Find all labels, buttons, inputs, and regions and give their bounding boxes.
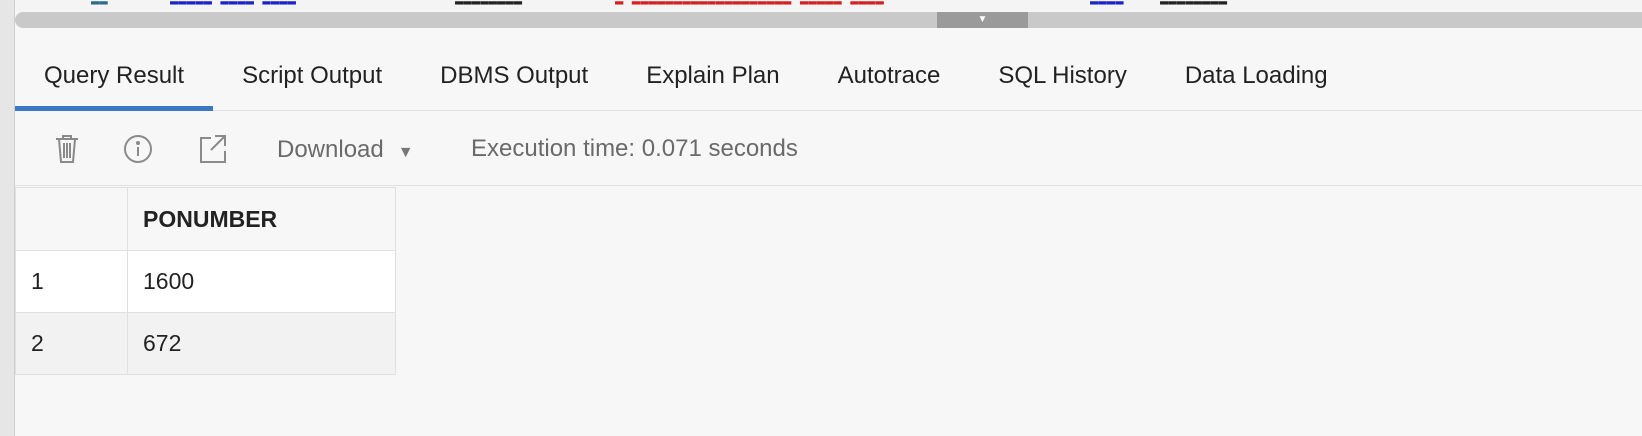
row-number: 2 (15, 312, 128, 375)
external-link-icon[interactable] (198, 134, 228, 164)
chevron-down-icon: ▼ (397, 144, 414, 161)
cell-ponumber[interactable]: 1600 (127, 250, 396, 313)
column-header-ponumber[interactable]: PONUMBER (127, 187, 396, 251)
cell-ponumber[interactable]: 672 (127, 312, 396, 375)
info-icon[interactable] (123, 134, 153, 164)
collapse-handle[interactable]: ▼ (937, 12, 1028, 28)
editor-gutter (0, 0, 15, 436)
results-grid: PONUMBER 1 1600 2 672 (15, 187, 396, 375)
header-row: PONUMBER (15, 187, 396, 251)
tab-query-result[interactable]: Query Result (15, 40, 214, 111)
trash-icon[interactable] (52, 134, 82, 164)
table-row[interactable]: 1 1600 (15, 250, 396, 313)
execution-time: Execution time: 0.071 seconds (471, 134, 798, 162)
tab-data-loading[interactable]: Data Loading (1156, 40, 1357, 110)
download-dropdown[interactable]: Download ▼ (277, 112, 414, 191)
tab-script-output[interactable]: Script Output (213, 40, 411, 110)
row-number-header (15, 187, 128, 251)
tab-dbms-output[interactable]: DBMS Output (411, 40, 617, 110)
panel-splitter[interactable]: ▼ (15, 12, 1642, 28)
download-label: Download (277, 136, 384, 163)
tab-sql-history[interactable]: SQL History (969, 40, 1155, 110)
table-row[interactable]: 2 672 (15, 312, 396, 375)
tab-autotrace[interactable]: Autotrace (809, 40, 970, 110)
row-number: 1 (15, 250, 128, 313)
sql-editor-clipped: ▬▬ ▬▬▬▬▬ ▬▬▬▬ ▬▬▬▬ ▬▬▬▬▬▬▬▬ ▬ ▬▬▬▬▬▬▬▬▬▬… (15, 0, 1642, 11)
output-tabs: Query Result Script Output DBMS Output E… (15, 40, 1642, 111)
result-toolbar: Download ▼ Execution time: 0.071 seconds (15, 112, 1642, 186)
tab-explain-plan[interactable]: Explain Plan (617, 40, 808, 110)
